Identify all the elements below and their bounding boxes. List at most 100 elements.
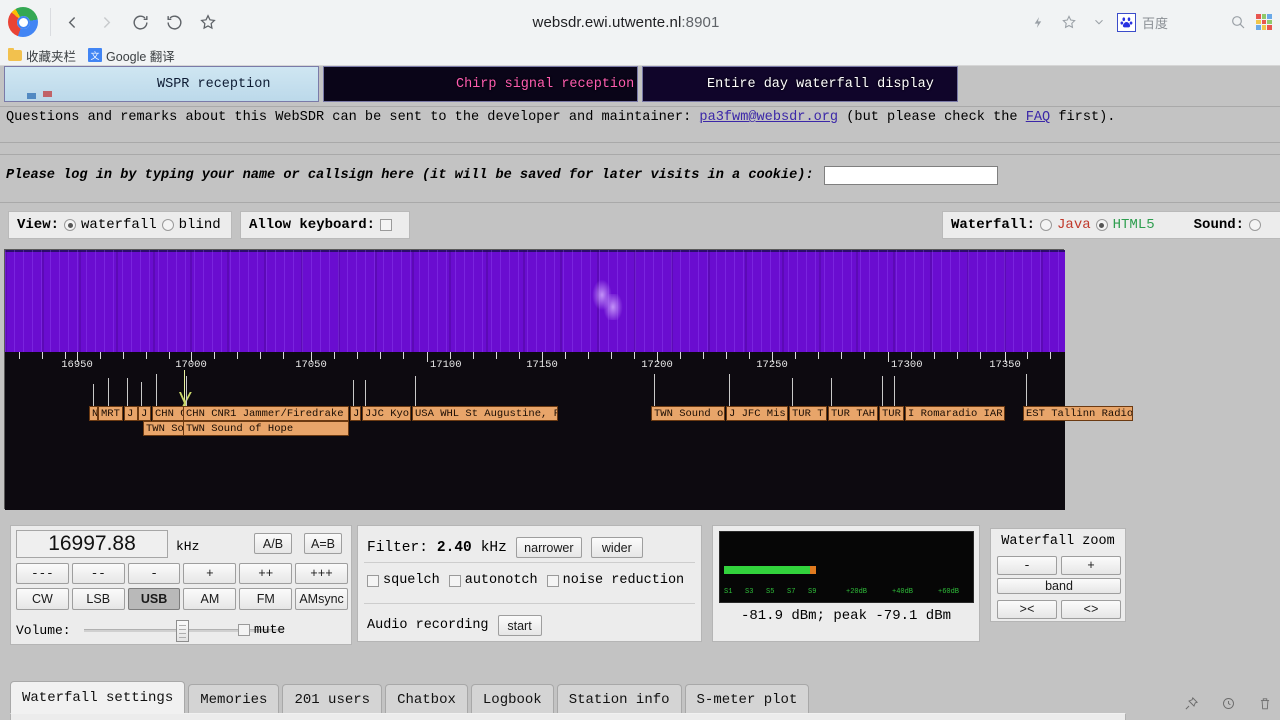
station-label[interactable]: MRT [98,406,123,421]
station-label[interactable]: TUR [879,406,904,421]
step-minus3-button[interactable]: --- [16,563,69,584]
browser-toolbar: websdr.ewi.utwente.nl:8901 百度 [0,0,1280,44]
station-label[interactable]: J [138,406,151,421]
step-minus2-button[interactable]: -- [71,563,125,584]
mode-lsb-button[interactable]: LSB [71,588,125,610]
favorite-star-icon[interactable] [1057,10,1081,34]
allow-keyboard-checkbox[interactable] [380,219,393,231]
faq-link[interactable]: FAQ [1026,110,1050,125]
ab-button[interactable]: A/B [254,533,292,554]
flash-icon[interactable] [1027,10,1051,34]
station-label[interactable]: TUR TAH [828,406,878,421]
step-plus1-button[interactable]: + [183,563,237,584]
filter-panel: Filter: 2.40 kHz narrower wider squelch … [357,525,702,642]
autonotch-checkbox[interactable] [448,574,461,587]
apps-grid-icon[interactable] [1256,14,1272,30]
search-icon[interactable] [1226,10,1250,34]
station-label[interactable]: TWN Sound of Hope [183,421,349,436]
autonotch-option[interactable]: autonotch [448,573,538,588]
websdr-page: WSPR reception Chirp signal reception En… [0,66,1280,720]
chevron-down-icon[interactable] [1087,10,1111,34]
tab-logbook[interactable]: Logbook [470,684,554,714]
radio-waterfall[interactable] [64,219,77,231]
refresh-icon[interactable] [1221,696,1236,716]
filter-unit: kHz [480,539,507,556]
bookmark-star-icon[interactable] [191,5,225,39]
tab-chatbox[interactable]: Chatbox [385,684,468,714]
station-label[interactable]: JJC Kyo [362,406,411,421]
waterfall-frequency-scale[interactable]: 16950 17000 17050 17100 17150 17200 1725… [5,352,1133,510]
noise-reduction-checkbox[interactable] [546,574,559,587]
station-label[interactable]: USA WHL St Augustine, FL [412,406,558,421]
noise-reduction-option[interactable]: noise reduction [546,573,684,588]
smeter-tick: S9 [808,588,817,596]
radio-java[interactable] [1040,219,1053,231]
callsign-input[interactable] [823,166,998,185]
bookmark-item-google-translate[interactable]: 文 Google 翻译 [88,46,175,65]
zoom-band-button[interactable]: band [997,578,1121,594]
filter-wider-button[interactable]: wider [590,537,643,558]
freq-tick-label: 17350 [989,359,1021,371]
maintainer-email-link[interactable]: pa3fwm@websdr.org [699,110,838,125]
station-label[interactable]: J [350,406,361,421]
mode-fm-button[interactable]: FM [239,588,293,610]
zoom-narrow-button[interactable]: >< [997,600,1057,619]
radio-html5[interactable] [1095,219,1108,231]
banner-entire-day-waterfall[interactable]: Entire day waterfall display [642,66,958,102]
radio-sound[interactable] [1249,219,1262,231]
banner-wspr-reception[interactable]: WSPR reception [4,66,319,102]
tab-users[interactable]: 201 users [282,684,383,714]
history-back-icon[interactable] [157,5,191,39]
back-icon[interactable] [55,5,89,39]
bookmark-item-favorites[interactable]: 收藏夹栏 [8,46,76,65]
banner-label: Entire day waterfall display [707,76,934,92]
frequency-unit: kHz [176,539,200,554]
mode-cw-button[interactable]: CW [16,588,69,610]
station-label[interactable]: J [124,406,138,421]
volume-slider-thumb[interactable] [176,620,189,642]
zoom-out-button[interactable]: - [997,556,1057,575]
squelch-option[interactable]: squelch [367,573,440,588]
baidu-paw-icon[interactable] [1116,12,1136,32]
smeter-display: S1 S3 S5 S7 S9 +20dB +40dB +60dB [719,531,974,603]
station-label[interactable]: TWN Sound o [651,406,725,421]
tab-memories[interactable]: Memories [188,684,280,714]
mode-amsync-button[interactable]: AMsync [295,588,348,610]
waterfall-spectrum-canvas[interactable] [5,250,1065,352]
frequency-display[interactable]: 16997.88 [16,530,168,558]
station-label[interactable]: TUR T [789,406,827,421]
a-equals-b-button[interactable]: A=B [304,533,342,554]
station-label[interactable]: N [89,406,98,421]
step-plus3-button[interactable]: +++ [295,563,348,584]
mute-checkbox[interactable] [238,623,250,636]
tab-smeter-plot[interactable]: S-meter plot [684,684,810,714]
squelch-checkbox[interactable] [367,574,379,587]
tab-waterfall-settings[interactable]: Waterfall settings [10,681,186,714]
radio-blind[interactable] [161,219,174,231]
zoom-wide-button[interactable]: <> [1061,600,1121,619]
recording-start-button[interactable]: start [497,615,542,636]
station-label[interactable]: I Romaradio IAR [905,406,1005,421]
mode-usb-button[interactable]: USB [127,588,181,610]
url-port: :8901 [681,13,720,31]
filter-narrower-button[interactable]: narrower [515,537,582,558]
divider [0,142,1280,143]
zoom-in-button[interactable]: + [1061,556,1121,575]
tab-station-info[interactable]: Station info [556,684,682,714]
banner-chirp-signal-reception[interactable]: Chirp signal reception [323,66,638,102]
smeter-tick: S5 [766,588,775,596]
trash-icon[interactable] [1258,696,1272,716]
mode-am-button[interactable]: AM [183,588,237,610]
station-label[interactable]: CHN CNR1 Jammer/Firedrake [183,406,349,421]
address-bar[interactable]: websdr.ewi.utwente.nl:8901 [235,7,1017,37]
step-plus2-button[interactable]: ++ [239,563,293,584]
forward-icon[interactable] [89,5,123,39]
waterfall-display[interactable]: 16950 17000 17050 17100 17150 17200 1725… [4,249,1133,510]
pin-icon[interactable] [1184,696,1199,716]
smeter-tick: S1 [724,588,733,596]
station-label[interactable]: EST Tallinn Radio [1023,406,1133,421]
smeter-level-bar [724,566,810,574]
station-label[interactable]: J JFC Mis [726,406,788,421]
reload-icon[interactable] [123,5,157,39]
step-minus1-button[interactable]: - [127,563,181,584]
